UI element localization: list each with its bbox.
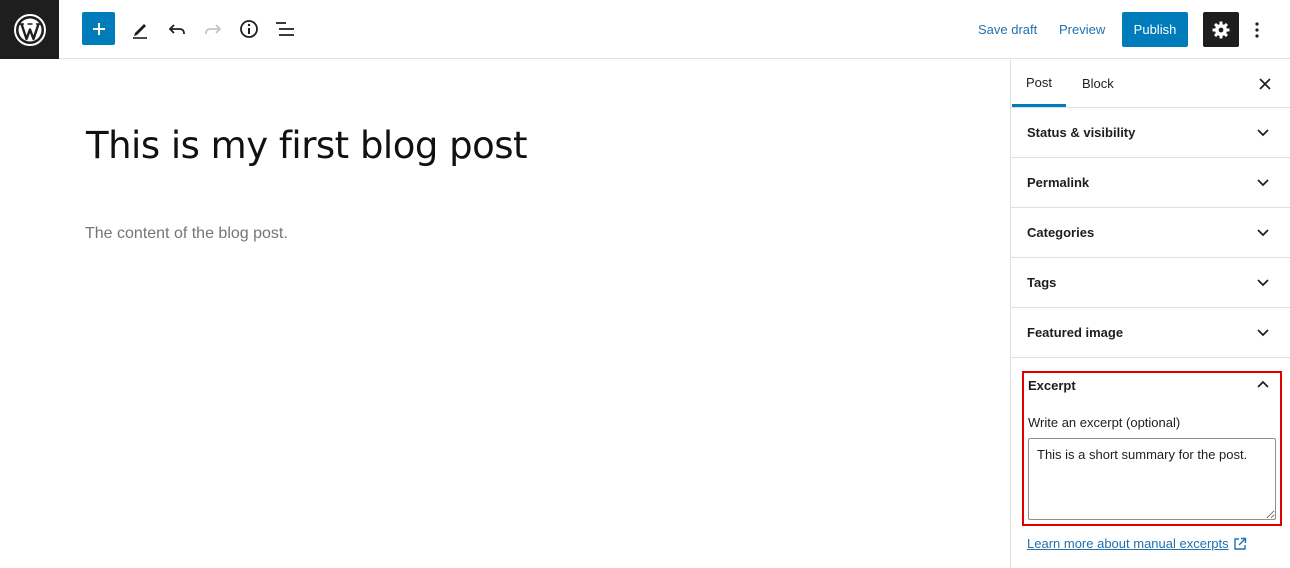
panel-featured-image[interactable]: Featured image (1011, 308, 1290, 358)
panel-label: Featured image (1027, 325, 1124, 340)
details-button[interactable] (232, 12, 266, 46)
tools-pencil-button[interactable] (123, 12, 157, 46)
panel-label: Categories (1027, 225, 1095, 240)
chevron-down-icon (1257, 279, 1269, 287)
settings-button[interactable] (1203, 12, 1239, 47)
learn-more-label: Learn more about manual excerpts (1027, 536, 1229, 551)
vertical-ellipsis-icon (1255, 21, 1259, 38)
more-options-button[interactable] (1247, 12, 1267, 47)
redo-icon (205, 24, 222, 34)
panel-label: Permalink (1027, 175, 1090, 190)
plus-icon (92, 22, 105, 35)
close-icon (1259, 78, 1271, 90)
post-title[interactable]: This is my first blog post (86, 124, 528, 167)
redo-button[interactable] (196, 12, 230, 46)
sidebar-tabs: Post Block (1011, 60, 1290, 108)
settings-sidebar: Post Block Status & visibility Permalink… (1010, 60, 1290, 568)
excerpt-field-label: Write an excerpt (optional) (1028, 415, 1181, 430)
chevron-up-icon[interactable] (1255, 377, 1271, 393)
learn-more-excerpts-link[interactable]: Learn more about manual excerpts (1027, 536, 1247, 551)
panel-categories[interactable]: Categories (1011, 208, 1290, 258)
pencil-icon (133, 24, 147, 39)
tab-post[interactable]: Post (1012, 60, 1066, 107)
post-content-paragraph[interactable]: The content of the blog post. (85, 225, 288, 243)
tab-block[interactable]: Block (1082, 60, 1114, 107)
chevron-down-icon (1257, 229, 1269, 237)
list-view-icon (276, 22, 294, 36)
close-sidebar-button[interactable] (1255, 74, 1275, 94)
gear-icon (1212, 21, 1230, 38)
undo-button[interactable] (160, 12, 194, 46)
panel-permalink[interactable]: Permalink (1011, 158, 1290, 208)
chevron-down-icon (1257, 179, 1269, 187)
external-link-icon (1233, 537, 1246, 550)
info-icon (240, 20, 258, 38)
list-view-button[interactable] (268, 12, 302, 46)
preview-button[interactable]: Preview (1059, 22, 1105, 37)
add-block-button[interactable] (82, 12, 115, 45)
excerpt-panel-toggle[interactable]: Excerpt (1028, 378, 1076, 393)
panel-label: Tags (1027, 275, 1057, 290)
chevron-down-icon (1257, 329, 1269, 337)
publish-button[interactable]: Publish (1122, 12, 1188, 47)
undo-icon (168, 24, 185, 34)
wordpress-logo-icon[interactable] (0, 0, 59, 59)
panel-label: Status & visibility (1027, 125, 1136, 140)
save-draft-button[interactable]: Save draft (978, 22, 1037, 37)
chevron-down-icon (1257, 129, 1269, 137)
excerpt-textarea[interactable]: This is a short summary for the post. (1028, 438, 1276, 520)
panel-excerpt: Excerpt Write an excerpt (optional) This… (1022, 371, 1282, 526)
panel-tags[interactable]: Tags (1011, 258, 1290, 308)
top-toolbar: Save draft Preview Publish (0, 0, 1290, 59)
panel-status-visibility[interactable]: Status & visibility (1011, 108, 1290, 158)
editor-canvas: This is my first blog post The content o… (0, 60, 1010, 568)
